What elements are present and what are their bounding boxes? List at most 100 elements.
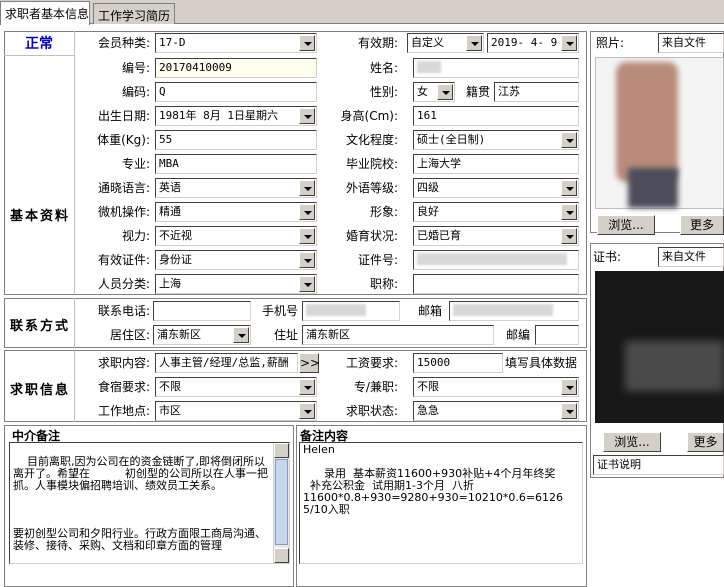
code-field[interactable]: Q [155,82,317,102]
validity-label: 有效期: [357,36,398,50]
category-label: 人员分类: [97,277,150,291]
salary-field[interactable]: 15000 [413,353,503,373]
work-location-select[interactable]: 市区 [155,401,317,421]
chevron-down-icon[interactable] [299,379,315,395]
chevron-down-icon[interactable] [299,228,315,244]
district-select[interactable]: 浦东新区 [153,325,251,345]
address-label: 住址 [273,328,298,342]
image-select[interactable]: 良好 [413,202,579,222]
certificate-desc-field[interactable]: 证书说明 [593,455,724,475]
photo-more-button[interactable]: 更多 [680,215,724,235]
certificate-label: 证书: [593,250,622,264]
chevron-down-icon[interactable] [299,108,315,124]
tab-work-history[interactable]: 工作学习简历 [93,3,175,24]
chevron-down-icon[interactable] [561,35,577,51]
job-content-more-button[interactable]: >> [299,353,320,373]
birth-date-picker[interactable]: 1981年 8月 1日星期六 [155,106,317,126]
certificate-image [595,271,724,423]
membership-select[interactable]: 17-D [155,33,317,53]
zip-field[interactable] [535,325,579,345]
id-number-field[interactable] [413,250,579,270]
name-field[interactable] [413,58,579,78]
language-label: 通晓语言: [97,181,150,195]
job-type-select[interactable]: 不限 [413,377,579,397]
marital-label: 婚育状况: [345,229,398,243]
chevron-down-icon[interactable] [299,180,315,196]
native-field[interactable]: 江苏 [494,82,579,102]
salary-label: 工资要求: [345,356,398,370]
work-location-label: 工作地点: [97,404,150,418]
gender-label: 性别: [369,85,398,99]
language-level-select[interactable]: 四级 [413,178,579,198]
chevron-down-icon[interactable] [299,35,315,51]
image-label: 形象: [369,205,398,219]
agent-notes-scrollbar[interactable] [273,443,289,563]
weight-field[interactable]: 55 [155,130,317,150]
email-field[interactable] [449,301,579,321]
agent-notes-textarea[interactable]: 目前离职,因为公司在的资金链断了,即将倒闭所以离开了。希望在 初创型的公司所以在… [9,442,290,564]
chevron-down-icon[interactable] [561,180,577,196]
chevron-down-icon[interactable] [561,403,577,419]
certificate-source-field[interactable]: 来自文件 [658,247,724,267]
chevron-down-icon[interactable] [233,327,249,343]
marital-select[interactable]: 已婚已育 [413,226,579,246]
height-field[interactable]: 161 [413,106,579,126]
photo-source-field[interactable]: 来自文件 [658,33,724,53]
chevron-down-icon[interactable] [561,228,577,244]
computer-label: 微机操作: [97,205,150,219]
validity-type-select[interactable]: 自定义 [407,33,484,53]
scroll-thumb[interactable] [275,459,288,545]
phone-field[interactable] [153,301,251,321]
tab-basic-info[interactable]: 求职者基本信息 [0,1,90,25]
computer-select[interactable]: 精通 [155,202,317,222]
chevron-down-icon[interactable] [299,403,315,419]
chevron-down-icon[interactable] [561,379,577,395]
certificate-browse-button[interactable]: 浏览... [603,432,661,452]
education-select[interactable]: 硕士(全日制) [413,130,579,150]
salary-hint: 填写具体数据 [505,356,578,370]
scroll-down-icon[interactable] [274,548,289,563]
certificate-more-button[interactable]: 更多 [687,432,724,452]
email-label: 邮箱 [417,304,442,318]
scroll-up-icon[interactable] [274,443,289,458]
job-content-field[interactable]: 人事主管/经理/总监,薪酬 [155,353,298,373]
chevron-down-icon[interactable] [466,35,482,51]
district-label: 居住区: [109,328,150,342]
chevron-down-icon[interactable] [437,84,453,100]
chevron-down-icon[interactable] [561,204,577,220]
id-field[interactable]: 20170410009 [155,58,317,78]
school-field[interactable]: 上海大学 [413,154,579,174]
chevron-down-icon[interactable] [299,276,315,292]
chevron-down-icon[interactable] [299,204,315,220]
vision-label: 视力: [121,229,150,243]
photo-image [595,57,724,209]
photo-browse-button[interactable]: 浏览... [597,215,655,235]
address-field[interactable]: 浦东新区 [302,325,494,345]
mobile-field[interactable] [302,301,400,321]
title-field[interactable] [413,274,579,294]
title-label: 职称: [369,277,398,291]
lodging-select[interactable]: 不限 [155,377,317,397]
remarks-textarea[interactable]: Helen 录用 基本薪资11600+930补贴+4个月年终奖 补充公积金 试用… [299,442,583,564]
chevron-down-icon[interactable] [299,252,315,268]
category-select[interactable]: 上海 [155,274,317,294]
validity-date-picker[interactable]: 2019- 4- 9 [487,33,579,53]
section-basic: 基本资料 [9,209,70,224]
job-content-label: 求职内容: [97,356,150,370]
major-field[interactable]: MBA [155,154,317,174]
code-label: 编码: [121,85,150,99]
gender-select[interactable]: 女 [413,82,455,102]
vision-select[interactable]: 不近视 [155,226,317,246]
zip-label: 邮编 [505,328,530,342]
section-job: 求职信息 [9,383,70,398]
mobile-label: 手机号 [261,304,298,318]
job-type-label: 专/兼职: [353,380,398,394]
id-label: 编号: [121,61,150,75]
photo-label: 照片: [596,36,625,50]
job-state-select[interactable]: 急急 [413,401,579,421]
chevron-down-icon[interactable] [561,132,577,148]
id-type-select[interactable]: 身份证 [155,250,317,270]
name-label: 姓名: [369,61,398,75]
job-state-label: 求职状态: [345,404,398,418]
language-select[interactable]: 英语 [155,178,317,198]
